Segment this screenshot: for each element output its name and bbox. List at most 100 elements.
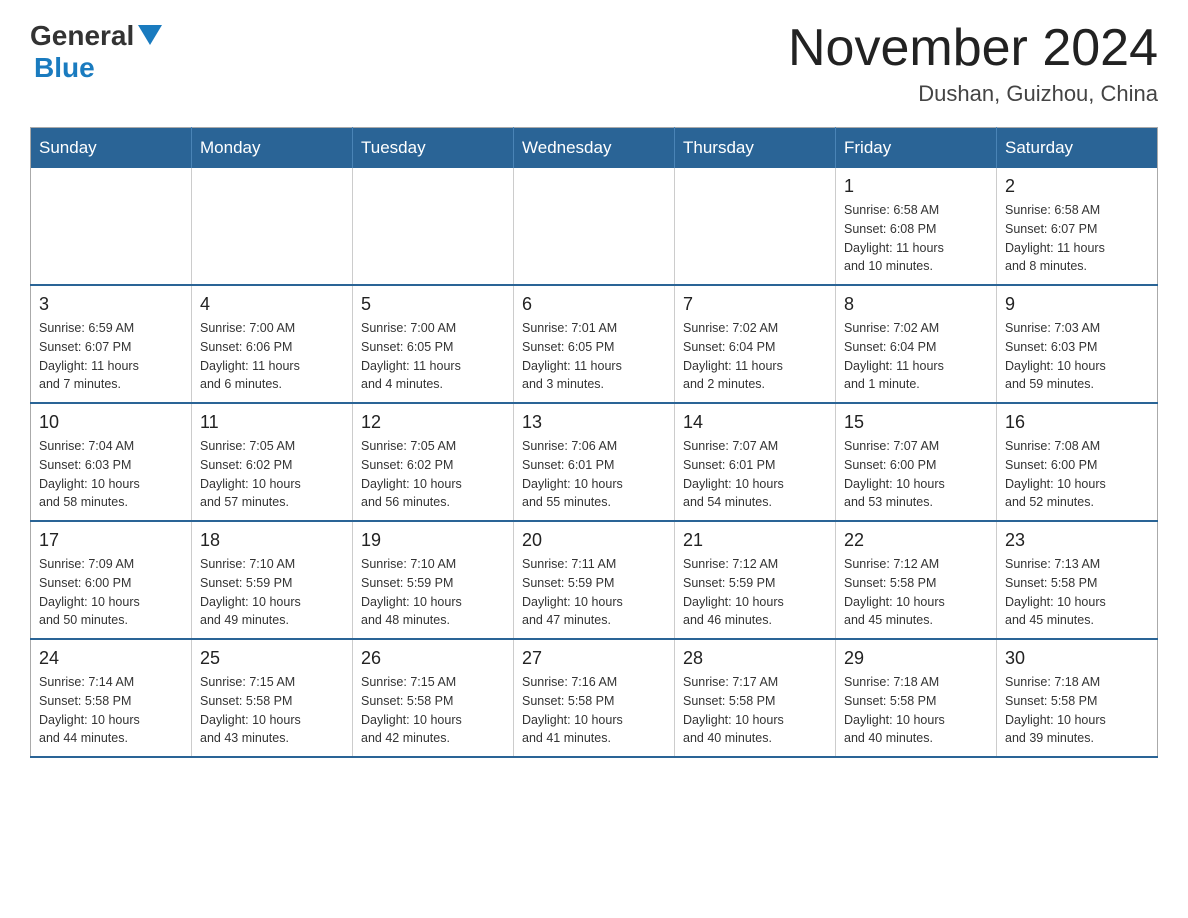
logo: General Blue (30, 20, 162, 84)
calendar-week-row: 1Sunrise: 6:58 AM Sunset: 6:08 PM Daylig… (31, 168, 1158, 285)
weekday-header-friday: Friday (836, 128, 997, 169)
day-number: 20 (522, 530, 666, 551)
calendar-cell: 5Sunrise: 7:00 AM Sunset: 6:05 PM Daylig… (353, 285, 514, 403)
calendar-week-row: 10 Sunrise: 7:04 AM Sunset: 6:03 PM Dayli… (31, 403, 1158, 521)
day-info: Sunrise: 7:00 AM Sunset: 6:05 PM Dayligh… (361, 319, 505, 394)
day-number: 19 (361, 530, 505, 551)
page-header: General Blue November 2024 Dushan, Guizh… (30, 20, 1158, 107)
day-info: Sunrise: 7:13 AM Sunset: 5:58 PM Dayligh… (1005, 555, 1149, 630)
calendar-cell: 1Sunrise: 6:58 AM Sunset: 6:08 PM Daylig… (836, 168, 997, 285)
calendar-cell: 17 Sunrise: 7:09 AM Sunset: 6:00 PM Dayli… (31, 521, 192, 639)
day-info: Sunrise: 7:07 AM Sunset: 6:00 PM Dayligh… (844, 437, 988, 512)
day-info: Sunrise: 7:03 AM Sunset: 6:03 PM Dayligh… (1005, 319, 1149, 394)
day-number: 8 (844, 294, 988, 315)
calendar-cell: 14 Sunrise: 7:07 AM Sunset: 6:01 PM Dayli… (675, 403, 836, 521)
day-number: 30 (1005, 648, 1149, 669)
calendar-cell: 2Sunrise: 6:58 AM Sunset: 6:07 PM Daylig… (997, 168, 1158, 285)
weekday-header-monday: Monday (192, 128, 353, 169)
calendar-week-row: 3 Sunrise: 6:59 AM Sunset: 6:07 PM Daylig… (31, 285, 1158, 403)
calendar-cell: 21 Sunrise: 7:12 AM Sunset: 5:59 PM Dayli… (675, 521, 836, 639)
day-info: Sunrise: 7:16 AM Sunset: 5:58 PM Dayligh… (522, 673, 666, 748)
day-number: 4 (200, 294, 344, 315)
calendar-cell: 3 Sunrise: 6:59 AM Sunset: 6:07 PM Daylig… (31, 285, 192, 403)
day-number: 16 (1005, 412, 1149, 433)
day-info: Sunrise: 7:01 AM Sunset: 6:05 PM Dayligh… (522, 319, 666, 394)
day-info: Sunrise: 7:02 AM Sunset: 6:04 PM Dayligh… (844, 319, 988, 394)
day-number: 28 (683, 648, 827, 669)
day-number: 13 (522, 412, 666, 433)
day-number: 6 (522, 294, 666, 315)
calendar-cell (514, 168, 675, 285)
day-info: Sunrise: 7:14 AM Sunset: 5:58 PM Dayligh… (39, 673, 183, 748)
day-number: 1 (844, 176, 988, 197)
day-number: 24 (39, 648, 183, 669)
logo-arrow-icon (138, 25, 162, 45)
day-number: 21 (683, 530, 827, 551)
calendar-cell: 7 Sunrise: 7:02 AM Sunset: 6:04 PM Daylig… (675, 285, 836, 403)
weekday-header-row: SundayMondayTuesdayWednesdayThursdayFrid… (31, 128, 1158, 169)
day-number: 22 (844, 530, 988, 551)
calendar-cell: 28 Sunrise: 7:17 AM Sunset: 5:58 PM Dayli… (675, 639, 836, 757)
day-number: 15 (844, 412, 988, 433)
location-text: Dushan, Guizhou, China (788, 81, 1158, 107)
calendar-cell: 4 Sunrise: 7:00 AM Sunset: 6:06 PM Daylig… (192, 285, 353, 403)
calendar-cell: 25Sunrise: 7:15 AM Sunset: 5:58 PM Dayli… (192, 639, 353, 757)
day-info: Sunrise: 7:04 AM Sunset: 6:03 PM Dayligh… (39, 437, 183, 512)
day-number: 11 (200, 412, 344, 433)
day-info: Sunrise: 7:07 AM Sunset: 6:01 PM Dayligh… (683, 437, 827, 512)
weekday-header-saturday: Saturday (997, 128, 1158, 169)
day-info: Sunrise: 7:09 AM Sunset: 6:00 PM Dayligh… (39, 555, 183, 630)
day-info: Sunrise: 7:00 AM Sunset: 6:06 PM Dayligh… (200, 319, 344, 394)
calendar-cell (675, 168, 836, 285)
calendar-cell: 10 Sunrise: 7:04 AM Sunset: 6:03 PM Dayli… (31, 403, 192, 521)
calendar-week-row: 17 Sunrise: 7:09 AM Sunset: 6:00 PM Dayli… (31, 521, 1158, 639)
day-number: 7 (683, 294, 827, 315)
calendar-cell: 13 Sunrise: 7:06 AM Sunset: 6:01 PM Dayli… (514, 403, 675, 521)
day-number: 14 (683, 412, 827, 433)
calendar-cell: 29 Sunrise: 7:18 AM Sunset: 5:58 PM Dayli… (836, 639, 997, 757)
day-info: Sunrise: 7:10 AM Sunset: 5:59 PM Dayligh… (361, 555, 505, 630)
day-number: 26 (361, 648, 505, 669)
day-info: Sunrise: 6:58 AM Sunset: 6:07 PM Dayligh… (1005, 201, 1149, 276)
calendar-cell: 12Sunrise: 7:05 AM Sunset: 6:02 PM Dayli… (353, 403, 514, 521)
day-info: Sunrise: 7:10 AM Sunset: 5:59 PM Dayligh… (200, 555, 344, 630)
day-info: Sunrise: 6:59 AM Sunset: 6:07 PM Dayligh… (39, 319, 183, 394)
weekday-header-wednesday: Wednesday (514, 128, 675, 169)
day-number: 17 (39, 530, 183, 551)
calendar-cell: 15 Sunrise: 7:07 AM Sunset: 6:00 PM Dayli… (836, 403, 997, 521)
weekday-header-tuesday: Tuesday (353, 128, 514, 169)
logo-blue-text: Blue (34, 52, 95, 84)
calendar-cell: 9 Sunrise: 7:03 AM Sunset: 6:03 PM Daylig… (997, 285, 1158, 403)
calendar-cell (353, 168, 514, 285)
day-info: Sunrise: 7:05 AM Sunset: 6:02 PM Dayligh… (200, 437, 344, 512)
day-number: 23 (1005, 530, 1149, 551)
day-info: Sunrise: 7:18 AM Sunset: 5:58 PM Dayligh… (844, 673, 988, 748)
day-info: Sunrise: 7:06 AM Sunset: 6:01 PM Dayligh… (522, 437, 666, 512)
day-number: 10 (39, 412, 183, 433)
calendar-cell: 6 Sunrise: 7:01 AM Sunset: 6:05 PM Daylig… (514, 285, 675, 403)
calendar-cell: 24 Sunrise: 7:14 AM Sunset: 5:58 PM Dayli… (31, 639, 192, 757)
calendar-cell: 22Sunrise: 7:12 AM Sunset: 5:58 PM Dayli… (836, 521, 997, 639)
day-info: Sunrise: 7:11 AM Sunset: 5:59 PM Dayligh… (522, 555, 666, 630)
day-number: 29 (844, 648, 988, 669)
calendar-cell: 30 Sunrise: 7:18 AM Sunset: 5:58 PM Dayli… (997, 639, 1158, 757)
day-info: Sunrise: 7:02 AM Sunset: 6:04 PM Dayligh… (683, 319, 827, 394)
day-number: 9 (1005, 294, 1149, 315)
calendar-cell: 26Sunrise: 7:15 AM Sunset: 5:58 PM Dayli… (353, 639, 514, 757)
calendar-cell: 11 Sunrise: 7:05 AM Sunset: 6:02 PM Dayli… (192, 403, 353, 521)
calendar-cell: 23 Sunrise: 7:13 AM Sunset: 5:58 PM Dayli… (997, 521, 1158, 639)
day-info: Sunrise: 7:12 AM Sunset: 5:59 PM Dayligh… (683, 555, 827, 630)
calendar-cell (192, 168, 353, 285)
day-info: Sunrise: 7:18 AM Sunset: 5:58 PM Dayligh… (1005, 673, 1149, 748)
day-number: 3 (39, 294, 183, 315)
calendar-cell (31, 168, 192, 285)
day-info: Sunrise: 7:17 AM Sunset: 5:58 PM Dayligh… (683, 673, 827, 748)
day-number: 25 (200, 648, 344, 669)
calendar-table: SundayMondayTuesdayWednesdayThursdayFrid… (30, 127, 1158, 758)
weekday-header-sunday: Sunday (31, 128, 192, 169)
calendar-cell: 27Sunrise: 7:16 AM Sunset: 5:58 PM Dayli… (514, 639, 675, 757)
day-info: Sunrise: 7:08 AM Sunset: 6:00 PM Dayligh… (1005, 437, 1149, 512)
day-number: 18 (200, 530, 344, 551)
calendar-cell: 19 Sunrise: 7:10 AM Sunset: 5:59 PM Dayli… (353, 521, 514, 639)
day-number: 12 (361, 412, 505, 433)
